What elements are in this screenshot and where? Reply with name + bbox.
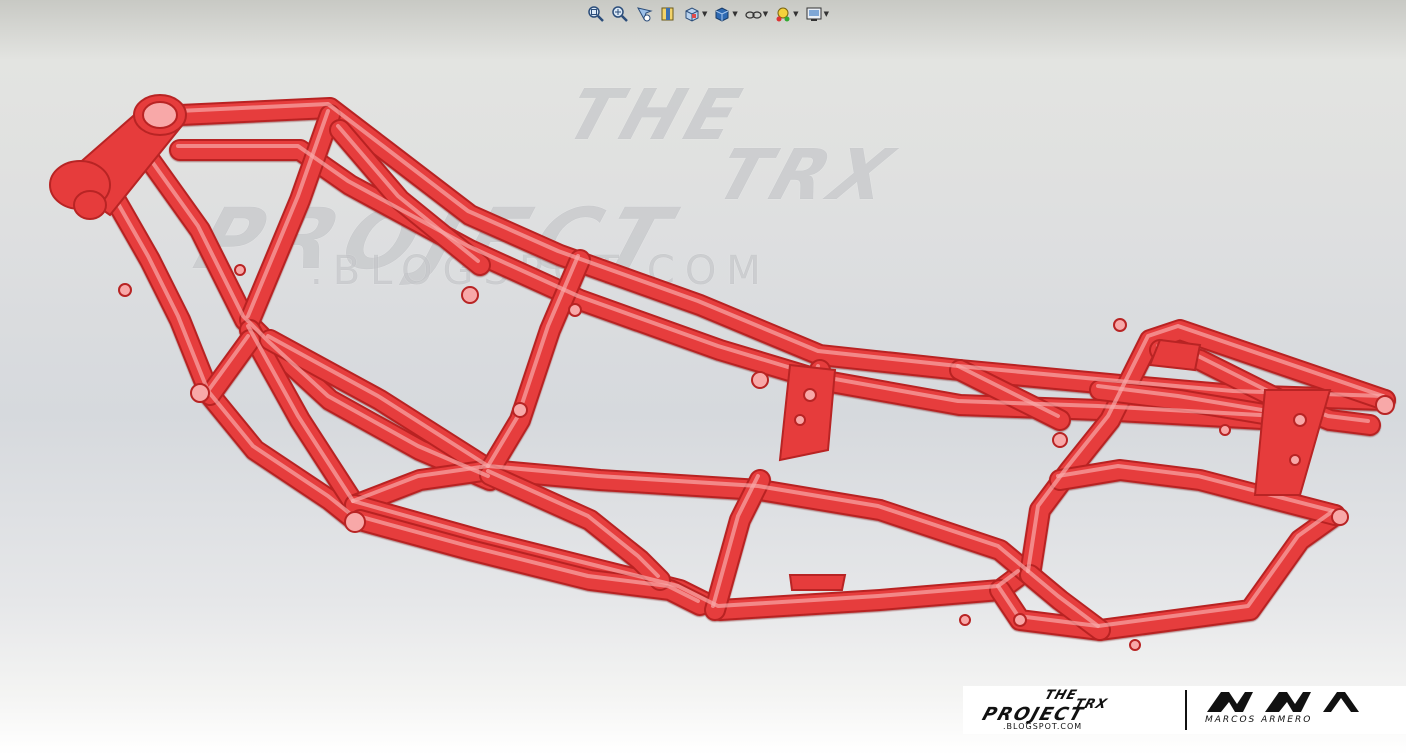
previous-view-icon [637, 7, 653, 22]
view-orientation-button[interactable]: ▼ [681, 3, 709, 25]
view-orientation-icon [685, 7, 699, 22]
edit-appearance-icon [776, 7, 790, 22]
author-mark-icon [1207, 692, 1359, 712]
section-view-icon [661, 7, 674, 21]
mounting-boss [1129, 639, 1141, 651]
mounting-boss [803, 388, 817, 402]
mounting-boss [568, 303, 582, 317]
zoom-to-fit-icon [588, 6, 604, 22]
logo-divider [1185, 690, 1187, 730]
motorcycle-frame-model[interactable] [0, 0, 1406, 755]
author-logo: MARCOS ARMERO [1199, 686, 1389, 734]
edit-appearance-button[interactable]: ▼ [772, 3, 800, 25]
logo-the: THE [1042, 688, 1080, 703]
mounting-boss [1289, 454, 1301, 466]
hide-show-items-button[interactable]: ▼ [742, 3, 770, 25]
mounting-boss [1219, 424, 1231, 436]
mounting-boss [234, 264, 246, 276]
mounting-boss [1113, 318, 1127, 332]
previous-view-button[interactable] [633, 3, 655, 25]
logo-domain: .BLOGSPOT.COM [1003, 722, 1083, 731]
mounting-boss [461, 286, 479, 304]
mounting-boss [1013, 613, 1027, 627]
display-style-button[interactable]: ▼ [711, 3, 739, 25]
display-style-icon [715, 7, 729, 22]
zoom-to-area-button[interactable] [609, 3, 631, 25]
mounting-plate [1253, 389, 1332, 496]
heads-up-view-toolbar: ▼ ▼ ▼ ▼ ▼ [585, 2, 831, 26]
author-name: MARCOS ARMERO [1205, 715, 1313, 725]
mounting-boss [1293, 413, 1307, 427]
mounting-plate [788, 574, 847, 591]
mounting-boss [794, 414, 806, 426]
steering-head-bottom [73, 190, 107, 220]
frame-tube [201, 331, 259, 404]
mounting-boss [1052, 432, 1068, 448]
hide-show-items-icon [745, 11, 762, 19]
steering-head-top [142, 101, 178, 129]
trx-project-logo: THE TRX PROJECT .BLOGSPOT.COM [963, 686, 1183, 734]
mounting-boss [190, 383, 210, 403]
mounting-boss [344, 511, 366, 533]
apply-scene-icon [806, 7, 822, 21]
mounting-boss [1331, 508, 1349, 526]
mounting-boss [512, 402, 528, 418]
logo-panel: THE TRX PROJECT .BLOGSPOT.COM MARCOS ARM… [963, 686, 1406, 734]
apply-scene-button[interactable]: ▼ [803, 3, 831, 25]
mounting-boss [1375, 395, 1395, 415]
mounting-plate [778, 363, 837, 462]
mounting-boss [751, 371, 769, 389]
mounting-boss [118, 283, 132, 297]
mounting-plate [1148, 338, 1202, 372]
zoom-to-area-icon [612, 6, 628, 22]
mounting-boss [959, 614, 971, 626]
graphics-viewport[interactable]: THE TRX PROJECT .BLOGSPOT.COM ▼ ▼ ▼ ▼ ▼ … [0, 0, 1406, 755]
section-view-button[interactable] [657, 3, 679, 25]
zoom-to-fit-button[interactable] [585, 3, 607, 25]
